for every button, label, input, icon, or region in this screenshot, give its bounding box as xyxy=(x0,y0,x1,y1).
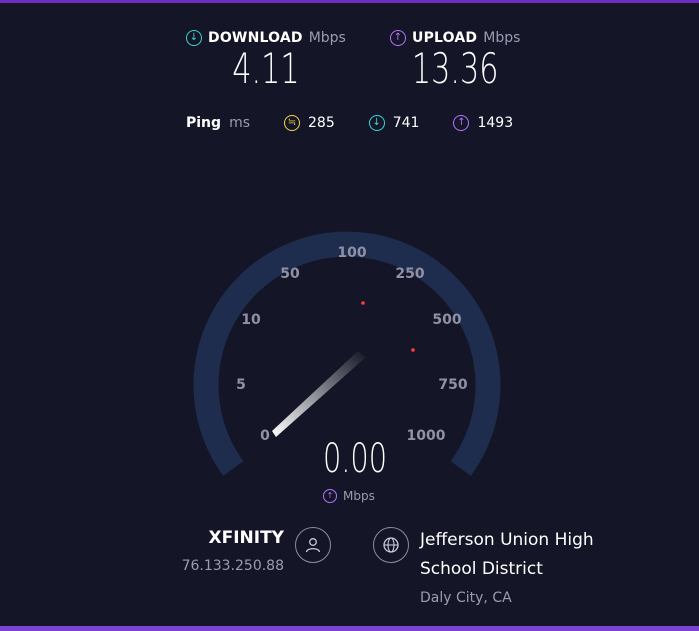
upload-arrow-icon: ↑ xyxy=(390,30,406,46)
gauge-tick-label: 10 xyxy=(241,312,261,328)
user-account-button[interactable] xyxy=(295,527,331,563)
ping-download: ↓ 741 xyxy=(368,115,420,131)
bottom-accent-bar xyxy=(0,626,699,631)
upload-metric: ↑ UPLOAD Mbps 13.36 xyxy=(390,30,520,93)
download-metric: ↓ DOWNLOAD Mbps 4.11 xyxy=(186,30,346,93)
gauge-tick-label: 5 xyxy=(236,377,246,393)
ping-unit: ms xyxy=(229,115,250,131)
upload-arrow-icon: ↑ xyxy=(323,489,337,503)
ping-idle-value: 285 xyxy=(308,115,335,131)
upload-value: 13.36 xyxy=(411,44,499,93)
ping-download-value: 741 xyxy=(392,115,420,131)
server-location: Daly City, CA xyxy=(420,590,512,606)
ping-idle: ≒ 285 xyxy=(284,115,335,131)
gauge-marker-dot xyxy=(361,301,365,305)
isp-name: XFINITY xyxy=(208,528,284,548)
isp-ip: 76.133.250.88 xyxy=(181,558,284,574)
gauge-tick-label: 0 xyxy=(260,428,270,444)
gauge-needle xyxy=(272,351,366,437)
globe-icon xyxy=(383,537,399,553)
gauge-tick-label: 50 xyxy=(280,266,300,282)
server-name[interactable]: Jefferson Union High School District xyxy=(420,526,640,584)
gauge-marker-dot xyxy=(411,348,415,352)
ping-download-icon: ↓ xyxy=(368,115,385,131)
download-arrow-icon: ↓ xyxy=(186,30,202,46)
server-info: Jefferson Union High School District Dal… xyxy=(420,526,640,606)
ping-upload-icon: ↑ xyxy=(453,115,470,131)
ping-idle-icon: ≒ xyxy=(284,115,300,131)
ping-label: Ping xyxy=(186,115,222,131)
current-speed-unit-label: Mbps xyxy=(343,489,375,503)
current-speed-value: 0.00 xyxy=(322,436,388,482)
current-speed-unit: ↑ Mbps xyxy=(323,489,375,503)
isp-info: XFINITY 76.133.250.88 xyxy=(182,528,284,574)
ping-upload-value: 1493 xyxy=(477,115,514,131)
person-icon xyxy=(305,538,321,553)
gauge-tick-label: 250 xyxy=(395,266,424,282)
download-value: 4.11 xyxy=(232,44,300,93)
gauge-tick-label: 750 xyxy=(438,377,467,393)
ping-upload: ↑ 1493 xyxy=(453,115,513,131)
gauge-tick-label: 100 xyxy=(337,245,366,261)
gauge-tick-label: 500 xyxy=(432,312,461,328)
gauge-track xyxy=(193,231,501,476)
change-server-button[interactable] xyxy=(373,527,409,563)
ping-row: Ping ms ≒ 285 ↓ 741 ↑ 1493 xyxy=(186,115,547,131)
top-accent-bar xyxy=(0,0,699,3)
gauge-tick-label: 1000 xyxy=(407,428,446,444)
